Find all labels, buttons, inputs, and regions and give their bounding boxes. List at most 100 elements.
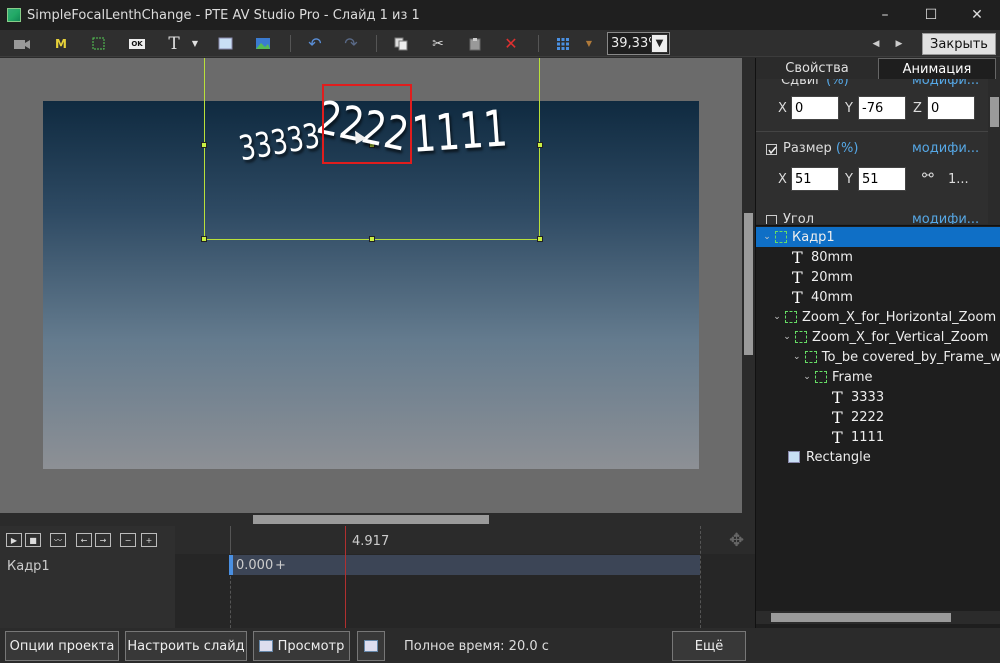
track-bar[interactable] (230, 555, 700, 575)
close-editor-button[interactable]: Закрыть (922, 33, 996, 55)
tree-item[interactable]: Rectangle (756, 447, 1000, 467)
copy-icon[interactable] (392, 34, 410, 53)
angle-label: Угол (783, 212, 815, 224)
tree-item[interactable]: ⌄ To_be covered_by_Frame_w (756, 347, 1000, 367)
text-icon: T (832, 407, 843, 427)
shift-x-label: X (778, 101, 787, 116)
timeline-ruler[interactable]: 4.917 ✥ (175, 526, 755, 554)
tree-item-label: 2222 (851, 409, 885, 425)
resize-handle[interactable] (201, 142, 207, 148)
tree-item[interactable]: ⌄ Frame (756, 367, 1000, 387)
prev-slide-button[interactable]: ◀ (870, 34, 882, 53)
stop-button[interactable]: ■ (25, 533, 41, 547)
project-options-button[interactable]: Опции проекта (5, 631, 119, 661)
properties-scrollbar[interactable] (988, 79, 1000, 224)
app-icon (7, 8, 21, 22)
resize-handle[interactable] (369, 236, 375, 242)
rectangle-icon[interactable] (216, 34, 234, 53)
resize-handle[interactable] (537, 142, 543, 148)
expand-chevron-icon[interactable]: ⌄ (762, 232, 772, 242)
text-1111[interactable]: 1111 (410, 99, 509, 164)
prev-key-button[interactable]: ← (76, 533, 92, 547)
slide-preview-button[interactable] (357, 631, 385, 661)
mask-icon[interactable]: M (52, 34, 70, 53)
zoom-dropdown-icon[interactable]: ▼ (651, 34, 668, 53)
add-keyframe-icon[interactable]: + (275, 558, 286, 573)
tree-item[interactable]: T 1111 (756, 427, 1000, 447)
more-button[interactable]: Ещё (672, 631, 746, 661)
next-key-button[interactable]: → (95, 533, 111, 547)
redo-icon[interactable]: ↷ (342, 34, 360, 53)
next-slide-button[interactable]: ▶ (893, 34, 905, 53)
undo-icon[interactable]: ↶ (306, 34, 324, 53)
maximize-button[interactable]: ☐ (908, 0, 954, 30)
add-key-button[interactable]: + (141, 533, 157, 547)
window-title: SimpleFocalLenthChange - PTE AV Studio P… (27, 7, 420, 23)
button-icon[interactable]: OK (128, 34, 146, 53)
preview-button[interactable]: Просмотр (253, 631, 350, 661)
size-y-field[interactable]: 51 (858, 167, 906, 191)
preview-icon (258, 640, 273, 652)
resize-handle[interactable] (537, 236, 543, 242)
timeline: ▶ ■ 〰 ← → − + 4.917 ✥ Кадр1 0.000 + (0, 526, 755, 628)
image-icon[interactable] (254, 34, 272, 53)
keyframe-marker[interactable] (229, 555, 233, 575)
tree-item[interactable]: T 80mm (756, 247, 1000, 267)
tree-item[interactable]: ⌄ Zoom_X_for_Vertical_Zoom (756, 327, 1000, 347)
link-icon[interactable]: ⚯ (922, 168, 934, 184)
minimize-button[interactable]: – (862, 0, 908, 30)
paste-icon[interactable] (466, 34, 484, 53)
text-icon: T (832, 427, 843, 447)
expand-chevron-icon[interactable]: ⌄ (802, 372, 812, 382)
color-icon[interactable]: ▼ (584, 34, 594, 53)
text-icon[interactable]: T (166, 34, 182, 54)
delete-icon[interactable]: ✕ (502, 34, 520, 53)
tree-horizontal-scrollbar[interactable] (756, 611, 1000, 624)
size-y-label: Y (845, 172, 853, 187)
bottom-bar: Опции проекта Настроить слайд Просмотр П… (0, 628, 1000, 663)
expand-chevron-icon[interactable]: ⌄ (772, 312, 782, 322)
angle-checkbox[interactable] (766, 215, 777, 224)
cut-icon[interactable]: ✂ (429, 34, 447, 53)
shift-modify-link[interactable]: модифи... (912, 79, 979, 88)
zoom-input[interactable]: 39,33% ▼ (607, 32, 670, 55)
angle-modify-link[interactable]: модифи... (912, 212, 979, 224)
canvas-vertical-scrollbar[interactable] (742, 58, 755, 513)
rectangle-icon (788, 451, 800, 463)
grid-icon[interactable] (554, 34, 572, 53)
remove-key-button[interactable]: − (120, 533, 136, 547)
tree-item[interactable]: ⌄ Zoom_X_for_Horizontal_Zoom (756, 307, 1000, 327)
total-time: Полное время: 20.0 с (404, 639, 549, 654)
close-window-button[interactable]: ✕ (954, 0, 1000, 30)
tab-animation[interactable]: Анимация (878, 58, 996, 79)
size-modify-link[interactable]: модифи... (912, 141, 979, 156)
playhead[interactable] (345, 526, 346, 628)
shift-x-field[interactable]: 0 (791, 96, 839, 120)
move-icon[interactable]: ✥ (729, 530, 744, 551)
tree-item[interactable]: ⌄ Кадр1 (756, 227, 1000, 247)
expand-chevron-icon[interactable]: ⌄ (792, 352, 802, 362)
tree-item[interactable]: T 40mm (756, 287, 1000, 307)
shift-y-field[interactable]: -76 (858, 96, 906, 120)
play-button[interactable]: ▶ (6, 533, 22, 547)
title-bar: SimpleFocalLenthChange - PTE AV Studio P… (0, 0, 1000, 30)
canvas-horizontal-scrollbar[interactable] (0, 513, 742, 526)
tree-item[interactable]: T 3333 (756, 387, 1000, 407)
waveform-button[interactable]: 〰 (50, 533, 66, 547)
track-name[interactable]: Кадр1 (7, 559, 50, 574)
size-checkbox[interactable] (766, 144, 777, 155)
slide-canvas[interactable]: 33333 2222 1111 (0, 58, 742, 513)
tree-item[interactable]: T 2222 (756, 407, 1000, 427)
chevron-down-icon[interactable]: ▼ (190, 34, 200, 53)
shift-z-field[interactable]: 0 (927, 96, 975, 120)
expand-chevron-icon[interactable]: ⌄ (782, 332, 792, 342)
customize-slide-button[interactable]: Настроить слайд (125, 631, 247, 661)
tab-properties[interactable]: Свойства (756, 58, 878, 79)
tree-item[interactable]: T 20mm (756, 267, 1000, 287)
frame-icon[interactable] (89, 34, 107, 53)
size-unit: (%) (835, 141, 859, 156)
resize-handle[interactable] (201, 236, 207, 242)
size-x-field[interactable]: 51 (791, 167, 839, 191)
timeline-track[interactable]: 0.000 + (175, 526, 755, 628)
camera-icon[interactable] (12, 34, 32, 53)
